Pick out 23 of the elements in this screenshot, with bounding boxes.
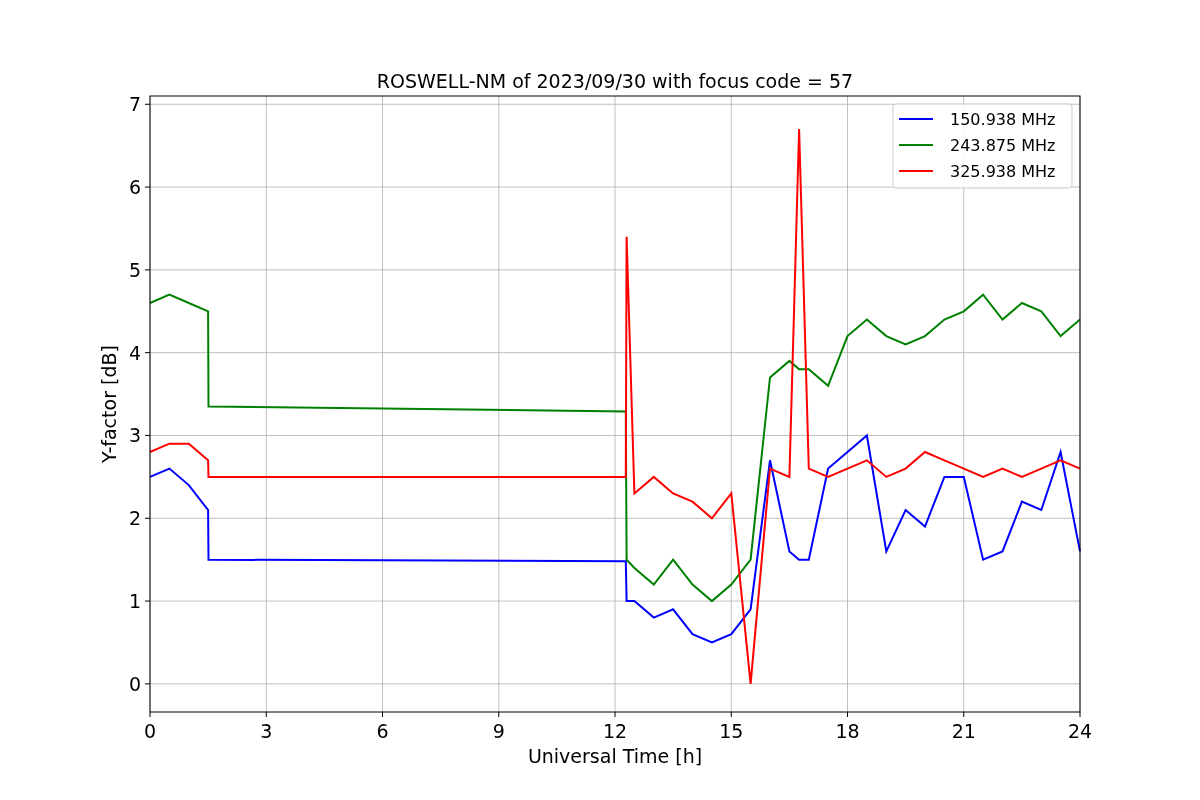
tick-label: 18 bbox=[835, 720, 860, 742]
tick-label: 2 bbox=[128, 507, 141, 530]
tick-label: 5 bbox=[128, 258, 141, 281]
tick-label: 21 bbox=[951, 720, 976, 742]
chart-title: ROSWELL-NM of 2023/09/30 with focus code = 57 bbox=[376, 70, 854, 92]
tick-label: 24 bbox=[1067, 720, 1093, 742]
axis-label: Y-factor [dB] bbox=[98, 345, 120, 463]
tick-label: 3 bbox=[260, 720, 273, 742]
tick-label: 1 bbox=[128, 590, 141, 613]
tick-label: 0 bbox=[143, 720, 157, 742]
legend-label: 325.938 MHz bbox=[950, 162, 1056, 181]
tick-label: 3 bbox=[128, 424, 141, 447]
tick-label: 15 bbox=[719, 720, 744, 742]
tick-label: 0 bbox=[128, 672, 141, 695]
tick-label: 6 bbox=[128, 176, 141, 199]
axis-label: Universal Time [h] bbox=[527, 745, 703, 767]
tick-label: 4 bbox=[128, 341, 141, 364]
legend-label: 150.938 MHz bbox=[950, 110, 1056, 129]
legend-label: 243.875 MHz bbox=[950, 136, 1056, 155]
tick-label: 12 bbox=[602, 720, 628, 742]
tick-label: 7 bbox=[128, 93, 141, 116]
tick-label: 6 bbox=[376, 720, 389, 742]
tick-label: 9 bbox=[492, 720, 505, 742]
